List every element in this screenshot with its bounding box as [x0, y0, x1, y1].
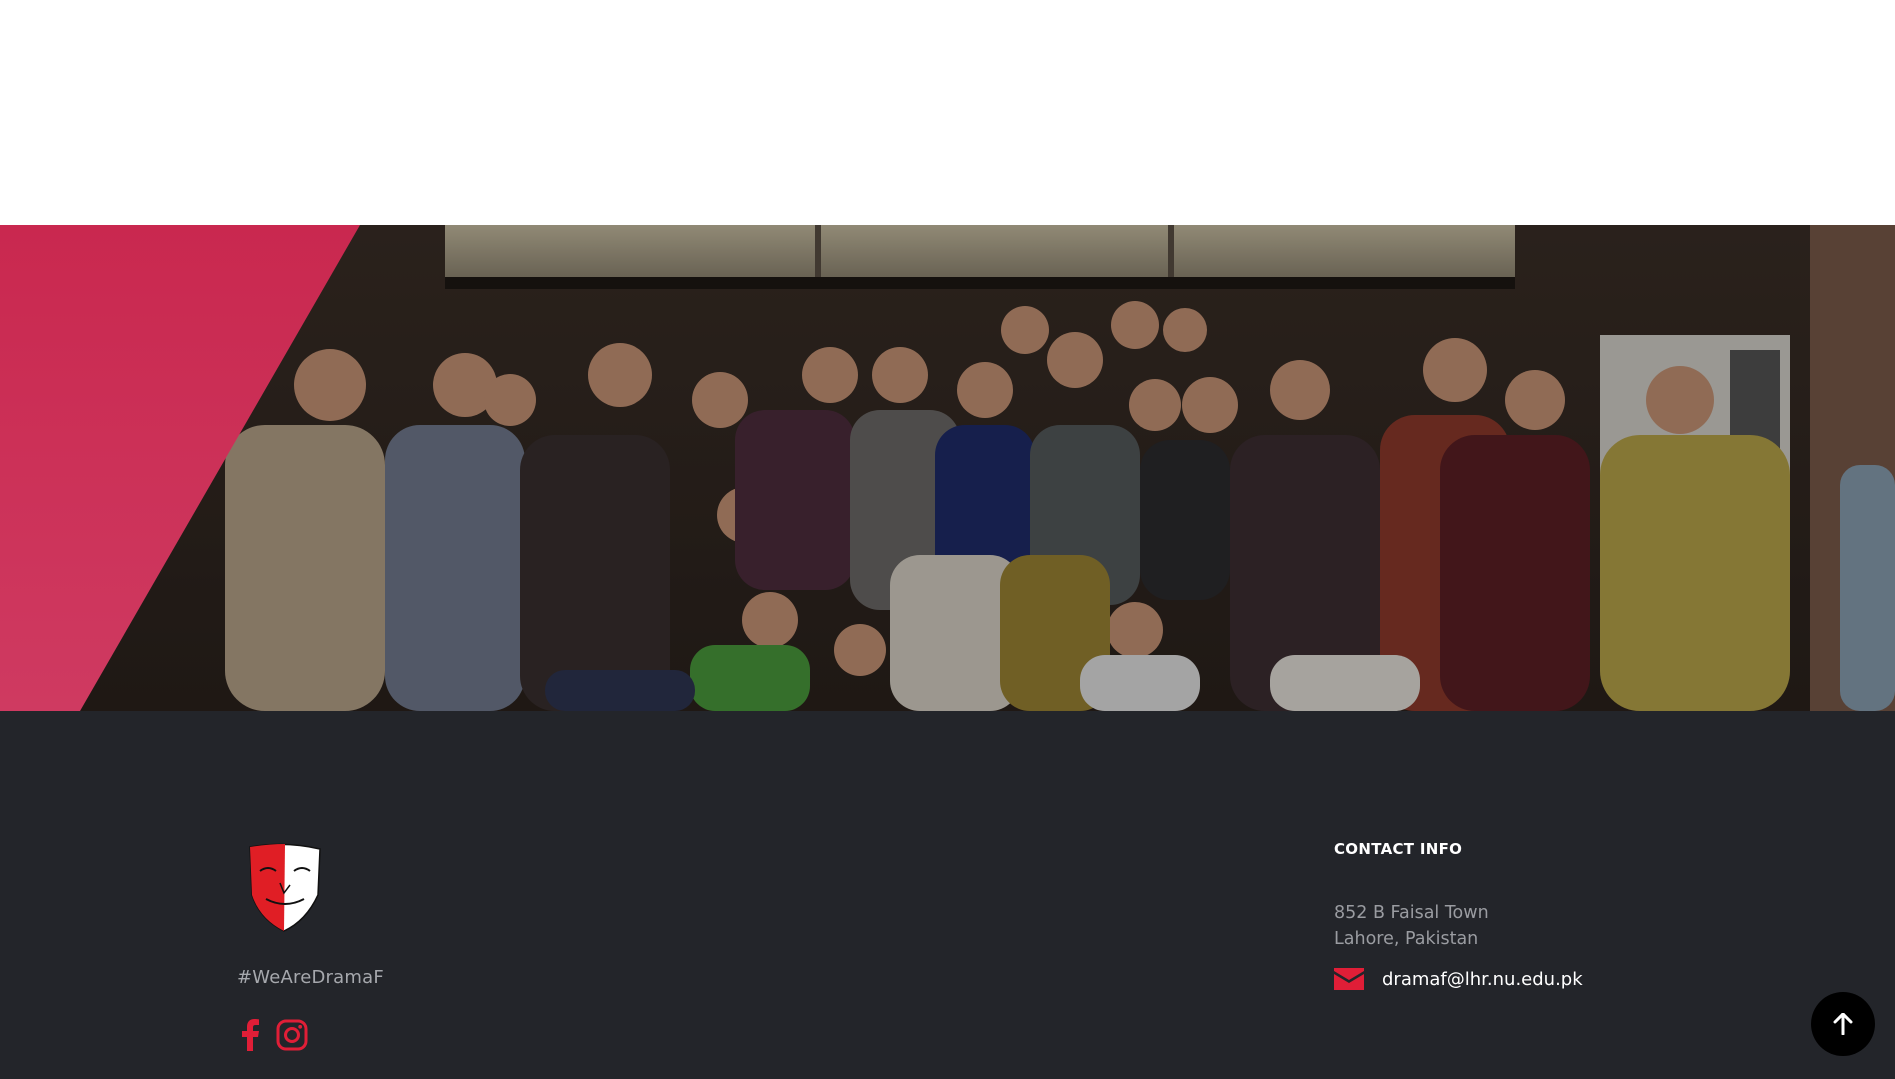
back-to-top-button[interactable] [1811, 992, 1875, 1056]
hero-banner [0, 225, 1895, 711]
instagram-icon[interactable] [276, 1018, 308, 1052]
contact-info-heading: CONTACT INFO [1334, 840, 1463, 858]
social-links [234, 1018, 308, 1052]
arrow-up-icon [1833, 1013, 1853, 1035]
top-blank-area [0, 0, 1895, 225]
pink-diagonal-accent [0, 225, 360, 711]
envelope-icon [1334, 968, 1364, 990]
drama-mask-shield-icon[interactable] [246, 843, 324, 933]
facebook-icon[interactable] [234, 1018, 266, 1052]
address-line-1: 852 B Faisal Town [1334, 903, 1489, 923]
footer-tagline: #WeAreDramaF [237, 967, 384, 988]
address-line-2: Lahore, Pakistan [1334, 929, 1479, 949]
contact-email-link[interactable]: dramaf@lhr.nu.edu.pk [1382, 969, 1583, 990]
contact-address: 852 B Faisal Town Lahore, Pakistan [1334, 900, 1489, 952]
contact-email-row: dramaf@lhr.nu.edu.pk [1334, 968, 1583, 990]
